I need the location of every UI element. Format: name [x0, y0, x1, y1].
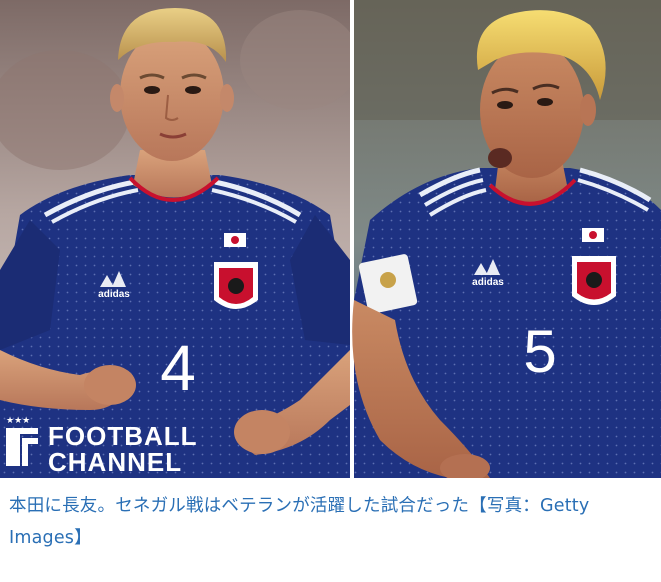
left-shirt-number: 4: [160, 332, 196, 404]
svg-text:★★★: ★★★: [6, 416, 30, 426]
left-sponsor-text: adidas: [98, 289, 130, 300]
watermark-line2: CHANNEL: [48, 447, 182, 477]
right-photo: adidas 5: [352, 0, 661, 478]
right-shirt-number: 5: [523, 318, 556, 385]
photo-collage: adidas 4 adidas 5 ★★★ FOOTBALL CHANNEL: [0, 0, 661, 478]
left-photo: adidas 4: [0, 0, 360, 478]
photo-caption: 本田に長友。セネガル戦はベテランが活躍した試合だった【写真：Getty Imag…: [9, 496, 590, 548]
right-sponsor-text: adidas: [472, 277, 504, 288]
